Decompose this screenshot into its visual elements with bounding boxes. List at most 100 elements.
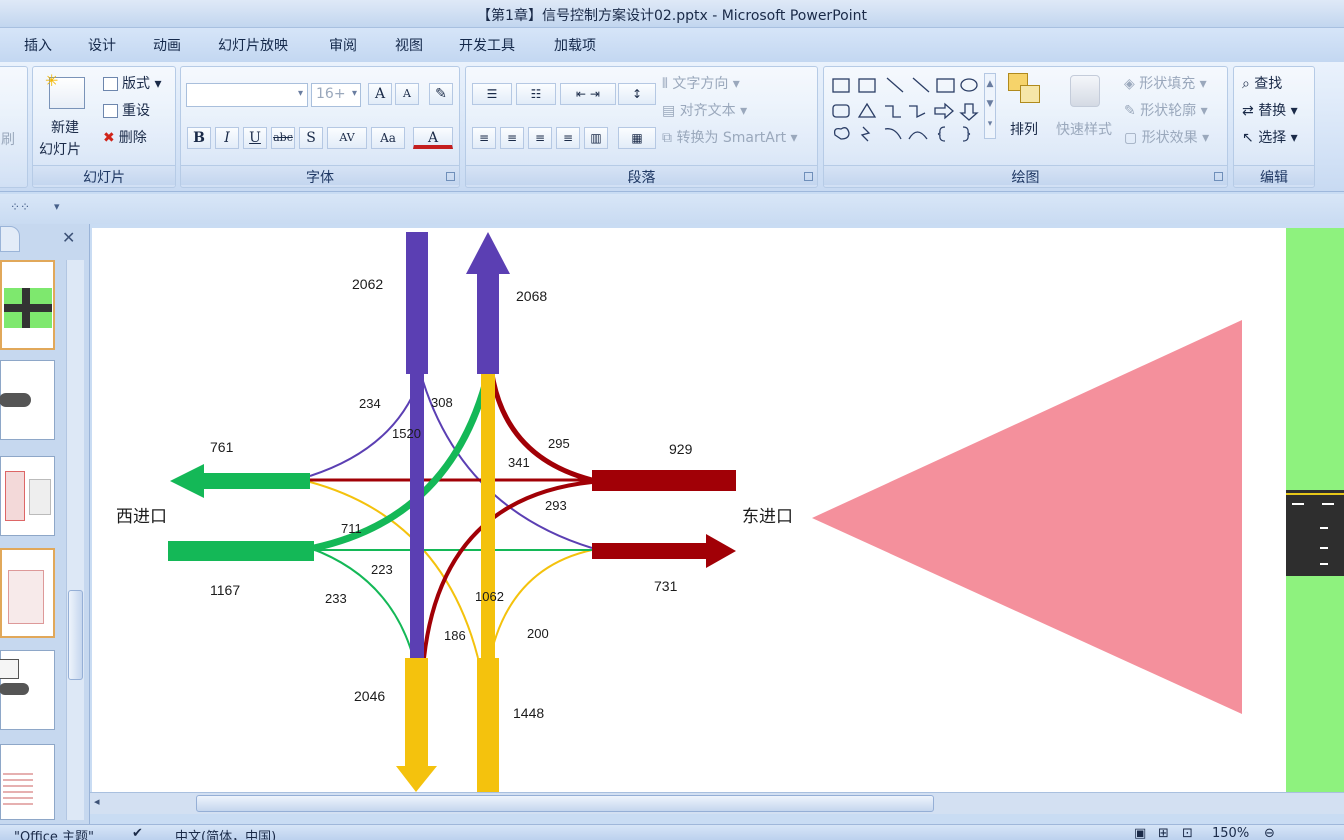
scroll-left-icon[interactable]: ◂: [94, 795, 100, 808]
bar-east-in: [592, 543, 706, 559]
view-sorter-icon[interactable]: ⊞: [1158, 826, 1169, 840]
tab-view[interactable]: 视图: [395, 35, 423, 55]
font-color-button[interactable]: A: [413, 127, 453, 149]
numbering-button[interactable]: ☷: [516, 83, 556, 105]
tab-review[interactable]: 审阅: [329, 35, 357, 55]
align-right-button[interactable]: ≡: [528, 127, 552, 149]
find-button[interactable]: ⌕ 查找: [1242, 73, 1282, 93]
shapes-gallery-scroll[interactable]: ▲ ▼ ▾: [984, 73, 996, 139]
slide-thumbnail-4[interactable]: [0, 548, 55, 638]
flow-n-to-w: 234: [359, 396, 381, 411]
justify-button[interactable]: ≡: [556, 127, 580, 149]
arrange-icon: [1008, 73, 1044, 109]
new-slide-label[interactable]: 幻灯片: [39, 139, 81, 159]
indent-buttons[interactable]: ⇤ ⇥: [560, 83, 616, 105]
slide-thumbnail-2[interactable]: [0, 360, 55, 440]
align-center-button[interactable]: ≡: [500, 127, 524, 149]
line-spacing-button[interactable]: ↕: [618, 83, 656, 105]
tab-animation[interactable]: 动画: [153, 35, 181, 55]
shape-effects-button[interactable]: ▢ 形状效果 ▾: [1124, 127, 1209, 147]
strikethrough-button[interactable]: abc: [271, 127, 295, 149]
group-font: ▾ 16+ ▾ A A ✎ B I U abc S AV Aa A 字体: [180, 66, 460, 188]
arrange-button[interactable]: 排列: [1010, 119, 1038, 139]
drawing-dialog-launcher[interactable]: [1214, 172, 1223, 181]
tab-insert[interactable]: 插入: [24, 35, 52, 55]
status-bar: "Office 主题" ✔ 中文(简体，中国) ▣ ⊞ ⊡ 150% ⊖: [0, 824, 1344, 840]
indent-icon: ⇤ ⇥: [576, 87, 600, 101]
shapes-gallery[interactable]: [829, 73, 979, 143]
bar-west-in: [168, 541, 314, 561]
italic-button[interactable]: I: [215, 127, 239, 149]
font-name-box[interactable]: ▾: [186, 83, 308, 107]
align-text-button[interactable]: ▤ 对齐文本 ▾: [662, 100, 747, 120]
underline-button[interactable]: U: [243, 127, 267, 149]
font-size-box[interactable]: 16+ ▾: [311, 83, 361, 107]
outline-tab[interactable]: [0, 226, 20, 252]
group-editing: ⌕ 查找 ⇄ 替换 ▾ ↖ 选择 ▾ 编辑: [1233, 66, 1315, 188]
bar-north-through: [410, 374, 424, 658]
text-direction-button[interactable]: ⫴ 文字方向 ▾: [662, 73, 740, 93]
horizontal-scroll-thumb[interactable]: [196, 795, 934, 812]
shape-fill-button[interactable]: ◈ 形状填充 ▾: [1124, 73, 1207, 93]
arrow-west-out: [170, 464, 204, 498]
grow-font-button[interactable]: A: [368, 83, 392, 105]
spellcheck-icon[interactable]: ✔: [132, 826, 143, 840]
close-pane-icon[interactable]: ✕: [62, 228, 75, 247]
convert-smartart-button[interactable]: ⧉ 转换为 SmartArt ▾: [662, 127, 798, 147]
pane-scrollbar[interactable]: [66, 260, 84, 820]
group-drawing: ▲ ▼ ▾ 排列 快速样式 ◈ 形状填充 ▾ ✎ 形状轮廓 ▾ ▢ 形状效果 ▾ 绘…: [823, 66, 1228, 188]
view-reading-icon[interactable]: ⊡: [1182, 826, 1193, 840]
flow-n-through: 1520: [392, 426, 421, 441]
shape-outline-button[interactable]: ✎ 形状轮廓 ▾: [1124, 100, 1208, 120]
status-language[interactable]: 中文(简体，中国): [175, 826, 276, 840]
delete-button[interactable]: ✖ 删除: [103, 127, 147, 147]
zoom-out-icon[interactable]: ⊖: [1264, 826, 1275, 840]
slide-thumbnail-5[interactable]: [0, 650, 55, 730]
thumb-doc: [29, 479, 51, 515]
tab-slideshow[interactable]: 幻灯片放映: [218, 35, 288, 55]
dotted-shape-icon[interactable]: ⁘⁘: [10, 200, 30, 214]
effects-icon: ▢: [1124, 130, 1142, 146]
tab-design[interactable]: 设计: [88, 35, 116, 55]
horizontal-scrollbar[interactable]: ◂: [90, 792, 1344, 814]
bold-button[interactable]: B: [187, 127, 211, 149]
slide-thumbnail-pane: ✕: [0, 224, 90, 824]
slide-thumbnail-1[interactable]: [0, 260, 55, 350]
tab-developer[interactable]: 开发工具: [459, 35, 515, 55]
columns-button[interactable]: ▦: [618, 127, 656, 149]
title-bar: 【第1章】信号控制方案设计02.pptx - Microsoft PowerPo…: [0, 0, 1344, 28]
distribute-button[interactable]: ▥: [584, 127, 608, 149]
reset-button[interactable]: 重设: [103, 100, 150, 120]
delete-icon: ✖: [103, 130, 115, 146]
slide-thumbnail-3[interactable]: [0, 456, 55, 536]
bullets-button[interactable]: ☰: [472, 83, 512, 105]
view-normal-icon[interactable]: ▣: [1134, 826, 1146, 840]
status-zoom[interactable]: 150%: [1212, 826, 1249, 840]
flow-n-to-e: 308: [431, 395, 453, 410]
shadow-button[interactable]: S: [299, 127, 323, 149]
paragraph-dialog-launcher[interactable]: [804, 172, 813, 181]
tab-addins[interactable]: 加载项: [554, 35, 596, 55]
new-slide-button[interactable]: 新建: [51, 117, 79, 137]
shrink-font-button[interactable]: A: [395, 83, 419, 105]
char-spacing-button[interactable]: AV: [327, 127, 367, 149]
slide-thumbnail-6[interactable]: [0, 744, 55, 820]
bar-north-in: [477, 274, 499, 374]
change-case-button[interactable]: Aa: [371, 127, 405, 149]
ribbon: 刷 ✳ 新建 幻灯片 版式 ▾ 重设 ✖ 删除 幻灯片 ▾ 16+ ▾ A A ✎…: [0, 62, 1344, 192]
layout-button[interactable]: 版式 ▾: [103, 73, 161, 93]
customize-dropdown-icon[interactable]: ▾: [54, 200, 60, 213]
columns-icon: ▦: [631, 131, 643, 145]
quick-styles-button[interactable]: 快速样式: [1056, 119, 1112, 139]
text-direction-icon: ⫴: [662, 76, 673, 92]
select-button[interactable]: ↖ 选择 ▾: [1242, 127, 1298, 147]
font-dialog-launcher[interactable]: [446, 172, 455, 181]
replace-button[interactable]: ⇄ 替换 ▾: [1242, 100, 1298, 120]
group-label-slides: 幻灯片: [33, 165, 175, 186]
pane-scroll-thumb[interactable]: [68, 590, 83, 680]
align-left-button[interactable]: ≡: [472, 127, 496, 149]
format-painter-partial[interactable]: 刷: [1, 129, 15, 149]
flow-s-through: 1062: [475, 589, 504, 604]
clear-format-button[interactable]: ✎: [429, 83, 453, 105]
arrow-north-in: [466, 232, 510, 274]
